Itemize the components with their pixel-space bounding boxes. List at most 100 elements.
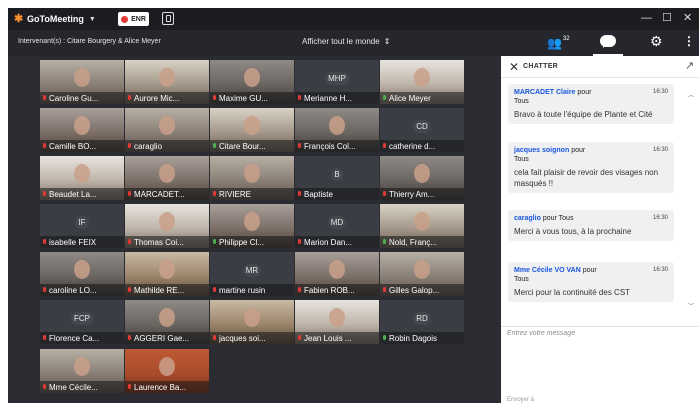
participant-tile[interactable]: François Col... <box>295 108 379 152</box>
participant-tile[interactable]: IF isabelle FEIX <box>40 204 124 248</box>
participant-name: Mme Cécile... <box>49 382 98 392</box>
participant-tile[interactable]: Mathilde RE... <box>125 252 209 296</box>
participant-tile[interactable]: Mme Cécile... <box>40 349 124 393</box>
participant-tile[interactable]: MR martine rusin <box>210 252 294 296</box>
chat-toggle-button[interactable] <box>600 35 616 48</box>
message-input[interactable] <box>507 330 693 390</box>
participant-tile[interactable]: Laurence Ba... <box>125 349 209 393</box>
participant-name-tag: caroline LO... <box>40 284 124 296</box>
participant-video <box>74 116 90 135</box>
participant-tile[interactable]: Beaudet La... <box>40 156 124 200</box>
participant-tile[interactable]: Caroline Gu... <box>40 60 124 104</box>
scroll-down-icon[interactable]: ﹀ <box>688 301 694 310</box>
mic-muted-icon <box>297 143 302 149</box>
participant-tile[interactable]: MARCADET... <box>125 156 209 200</box>
initials-text: FCP <box>71 312 93 325</box>
updown-chevron-icon: ⇕ <box>383 37 391 46</box>
chat-message: jacques soignon pour Tous 16:30 cela fait p… <box>508 142 674 193</box>
participant-name-tag: MARCADET... <box>125 188 209 200</box>
record-button[interactable]: ENR <box>118 12 149 26</box>
participant-video <box>159 308 175 327</box>
message-recipient: Tous <box>558 215 574 222</box>
participant-video <box>329 116 345 135</box>
participant-tile[interactable]: MHP Merianne H... <box>295 60 379 104</box>
chat-message: MARCADET Claire pour Tous 16:30 Bravo à tou… <box>508 84 674 124</box>
message-to-prefix: pour <box>542 215 557 222</box>
kebab-icon[interactable]: ⋮ <box>683 34 695 48</box>
participant-tile[interactable]: caraglio <box>125 108 209 152</box>
popout-icon[interactable]: ↗ <box>685 59 694 72</box>
minimize-button[interactable]: — <box>641 11 652 25</box>
participant-name-tag: Caroline Gu... <box>40 92 124 104</box>
participant-tile[interactable]: Philippe Cl... <box>210 204 294 248</box>
people-icon: 👥 <box>547 36 562 50</box>
participant-video <box>159 357 175 376</box>
gear-icon[interactable]: ⚙ <box>650 33 663 50</box>
initials-text: CD <box>413 120 431 133</box>
send-to-label[interactable]: Envoyer à <box>507 397 534 403</box>
message-time: 16:30 <box>652 215 668 221</box>
participant-tile[interactable]: caroline LO... <box>40 252 124 296</box>
mic-muted-icon <box>42 191 47 197</box>
app-menu[interactable]: ✱ GoToMeeting ▼ <box>14 12 96 26</box>
participants-button[interactable]: 👥 32 <box>547 36 570 50</box>
participant-tile[interactable]: RIVIERE <box>210 156 294 200</box>
participant-tile[interactable]: Nold, Franç... <box>380 204 464 248</box>
participant-name-tag: Nold, Franç... <box>380 236 464 248</box>
participant-video <box>329 308 345 327</box>
close-icon[interactable]: ✕ <box>509 60 519 74</box>
message-text: cela fait plaisir de revoir des visages … <box>514 168 659 188</box>
mic-active-icon <box>212 239 217 245</box>
participant-name-tag: AGGERI Gae... <box>125 332 209 344</box>
participant-tile[interactable]: Thierry Am... <box>380 156 464 200</box>
chat-message: Mme Cécile VO VAN pour Tous 16:30 Merci pou… <box>508 262 674 302</box>
mic-muted-icon <box>127 287 132 293</box>
participant-name: François Col... <box>304 141 356 151</box>
chat-scrollbar[interactable]: ︿ ﹀ <box>688 90 694 310</box>
participant-tile[interactable]: RD Robin Dagois <box>380 300 464 344</box>
view-selector[interactable]: Afficher tout le monde ⇕ <box>302 37 390 46</box>
close-window-button[interactable]: ✕ <box>683 11 692 25</box>
participant-video <box>414 164 430 183</box>
participant-tile[interactable]: CD catherine d... <box>380 108 464 152</box>
participant-tile[interactable]: Gilles Galop... <box>380 252 464 296</box>
participant-tile[interactable]: AGGERI Gae... <box>125 300 209 344</box>
mic-muted-icon <box>127 143 132 149</box>
participant-tile[interactable]: jacques soi... <box>210 300 294 344</box>
participant-tile[interactable]: MD Marion Dan... <box>295 204 379 248</box>
participant-tile[interactable]: Maxime GU... <box>210 60 294 104</box>
participant-name-tag: catherine d... <box>380 140 464 152</box>
screen-share-icon[interactable] <box>162 12 174 25</box>
participant-tile[interactable]: Jean Louis ... <box>295 300 379 344</box>
participant-name-tag: Jean Louis ... <box>295 332 379 344</box>
participant-tile[interactable]: Alice Meyer <box>380 60 464 104</box>
participant-name: Camille BO... <box>49 141 97 151</box>
mic-active-icon <box>382 95 387 101</box>
participant-name: AGGERI Gae... <box>134 333 190 343</box>
message-to-prefix: pour <box>582 267 597 274</box>
participant-tile[interactable]: Thomas Coi... <box>125 204 209 248</box>
participant-tile[interactable]: B Baptiste <box>295 156 379 200</box>
message-to-prefix: pour <box>571 147 586 154</box>
video-grid: Caroline Gu... Aurore Mic... Maxime GU... M… <box>40 60 466 397</box>
participant-tile[interactable]: Aurore Mic... <box>125 60 209 104</box>
participant-video <box>244 68 260 87</box>
message-header: caraglio pour Tous 16:30 <box>514 214 668 223</box>
message-recipient: Tous <box>514 156 529 163</box>
participant-name: Florence Ca... <box>49 333 100 343</box>
mic-muted-icon <box>382 191 387 197</box>
record-dot-icon <box>121 15 129 23</box>
participant-tile[interactable]: Fabien ROB... <box>295 252 379 296</box>
participant-name: Merianne H... <box>304 93 353 103</box>
participant-video <box>159 260 175 279</box>
participant-name: isabelle FEIX <box>49 237 97 247</box>
participant-name-tag: isabelle FEIX <box>40 236 124 248</box>
mic-muted-icon <box>297 191 302 197</box>
maximize-button[interactable]: ☐ <box>662 11 672 25</box>
participant-tile[interactable]: FCP Florence Ca... <box>40 300 124 344</box>
mic-muted-icon <box>297 335 302 341</box>
participant-tile[interactable]: Camille BO... <box>40 108 124 152</box>
scroll-up-icon[interactable]: ︿ <box>688 90 694 99</box>
participant-tile[interactable]: Citare Bour... <box>210 108 294 152</box>
participant-video <box>74 68 90 87</box>
